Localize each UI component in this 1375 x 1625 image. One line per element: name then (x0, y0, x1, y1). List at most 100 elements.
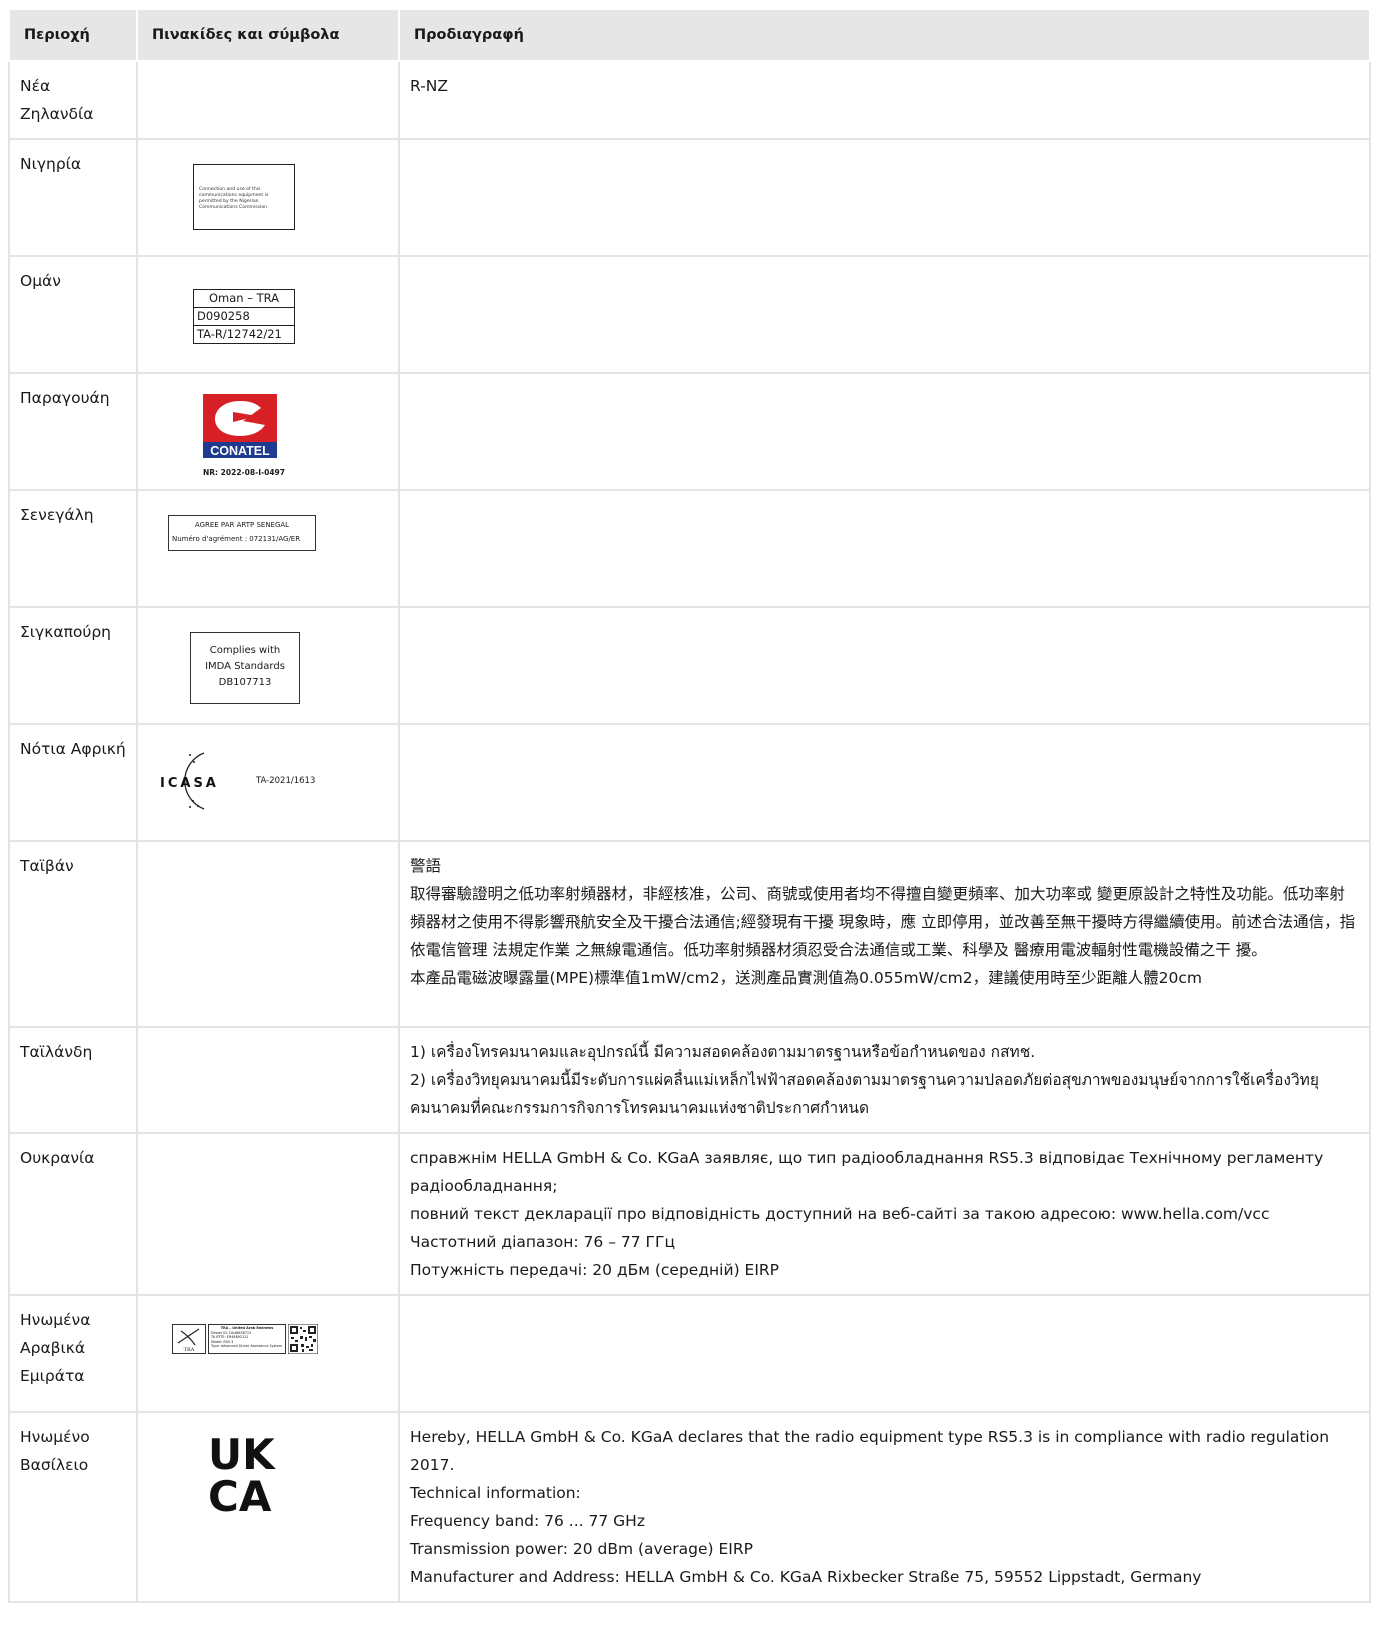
label-cell: AGREE PAR ARTP SENEGAL Numéro d'agrément… (136, 489, 400, 608)
spec-cell: 警語 取得審驗證明之低功率射頻器材，非經核准，公司、商號或使用者均不得擅自變更頻… (398, 840, 1371, 1028)
table-row: Νιγηρία Connection and use of this commu… (8, 138, 1371, 257)
label-cell: CONATEL NR: 2022-08-I-0497 (136, 372, 400, 491)
spec-line: 2) เครื่องวิทยุคมนาคมนี้มีระดับการแผ่คลื… (410, 1071, 1319, 1117)
country-cell: Ομάν (8, 255, 138, 374)
spec-cell: 1) เครื่องโทรคมนาคมและอุปกรณ์นี้ มีความส… (398, 1026, 1371, 1134)
imda-label-line: DB107713 (218, 677, 272, 688)
table-row: Νότια Αφρική ICASA TA-2021/1613 (8, 723, 1371, 842)
spec-cell (398, 255, 1371, 374)
spec-line: R-NZ (410, 77, 448, 95)
spec-line: справжнім HELLA GmbH & Co. KGaA заявляє,… (410, 1149, 1324, 1195)
ukca-mark: UK CA (208, 1430, 388, 1524)
country-cell: Νότια Αφρική (8, 723, 138, 842)
oman-approval-label: Oman – TRA D090258 TA-R/12742/21 (193, 289, 295, 344)
country-cell: Ηνωμένο Βασίλειο (8, 1411, 138, 1603)
label-cell: ICASA TA-2021/1613 (136, 723, 400, 842)
spec-cell: R-NZ (398, 60, 1371, 140)
certification-table: Περιοχή Πινακίδες και σύμβολα Προδιαγραφ… (8, 8, 1371, 1603)
header-spec: Προδιαγραφή (398, 8, 1371, 62)
table-row: Νέα Ζηλανδία R-NZ (8, 60, 1371, 140)
icasa-number: TA-2021/1613 (256, 776, 316, 786)
imda-label-line: IMDA Standards (205, 661, 285, 672)
spec-line: Частотний діапазон: 76 – 77 ГГц (410, 1233, 675, 1251)
ukca-icon: UK CA (208, 1430, 276, 1521)
tra-uae-label: TRA TRA – United Arab Emirates Dealer ID… (172, 1322, 320, 1356)
imda-label-line: Complies with (209, 645, 281, 656)
label-cell: UK CA (136, 1411, 400, 1603)
nigeria-label-text: Connection and use of this communication… (199, 187, 269, 210)
tra-logo-icon: TRA (172, 1324, 206, 1354)
spec-cell (398, 723, 1371, 842)
label-cell (136, 1026, 400, 1134)
qr-code-icon (288, 1324, 318, 1354)
oman-label-line: D090258 (194, 308, 294, 326)
imda-approval-label: Complies with IMDA Standards DB107713 (190, 632, 300, 704)
label-cell: Oman – TRA D090258 TA-R/12742/21 (136, 255, 400, 374)
conatel-icon: CONATEL (203, 394, 277, 458)
country-cell: Ταϊλάνδη (8, 1026, 138, 1134)
country-cell: Παραγουάη (8, 372, 138, 491)
header-labels: Πινακίδες και σύμβολα (136, 8, 400, 62)
spec-cell (398, 372, 1371, 491)
certification-table-wrapper: Περιοχή Πινακίδες και σύμβολα Προδιαγραφ… (8, 8, 1371, 1603)
conatel-brand: CONATEL (210, 444, 270, 458)
ukca-bottom: CA (208, 1472, 272, 1515)
table-row: Ομάν Oman – TRA D090258 TA-R/12742/21 (8, 255, 1371, 374)
header-region: Περιοχή (8, 8, 138, 62)
country-cell: Ταϊβάν (8, 840, 138, 1028)
spec-cell (398, 1294, 1371, 1413)
oman-label-line: Oman – TRA (194, 290, 294, 308)
spec-line: повний текст декларації про відповідніст… (410, 1205, 1270, 1223)
country-cell: Ουκρανία (8, 1132, 138, 1296)
senegal-approval-label: AGREE PAR ARTP SENEGAL Numéro d'agrément… (168, 515, 316, 551)
table-row: Ηνωμένα Αραβικά Εμιράτα TRA TRA – United… (8, 1294, 1371, 1413)
tra-info-line: Type: Advanced Driver Assistance System (211, 1344, 283, 1349)
oman-label-line: TA-R/12742/21 (197, 327, 282, 341)
country-cell: Νιγηρία (8, 138, 138, 257)
table-row: Ταϊλάνδη 1) เครื่องโทรคมนาคมและอุปกรณ์นี… (8, 1026, 1371, 1134)
tra-info-box: TRA – United Arab Emirates Dealer ID: DA… (208, 1324, 286, 1354)
spec-cell: Hereby, HELLA GmbH & Co. KGaA declares t… (398, 1411, 1371, 1603)
label-cell (136, 60, 400, 140)
nigeria-approval-label: Connection and use of this communication… (193, 164, 295, 230)
label-cell: Connection and use of this communication… (136, 138, 400, 257)
spec-line: 警語 (410, 857, 442, 875)
spec-cell (398, 138, 1371, 257)
spec-line: 1) เครื่องโทรคมนาคมและอุปกรณ์นี้ มีความส… (410, 1043, 1036, 1061)
spec-line: Transmission power: 20 dBm (average) EIR… (410, 1540, 753, 1558)
spec-line: Frequency band: 76 ... 77 GHz (410, 1512, 645, 1530)
icasa-icon: ICASA (160, 752, 219, 810)
label-cell (136, 1132, 400, 1296)
senegal-label-title: AGREE PAR ARTP SENEGAL (194, 521, 290, 529)
spec-line: 取得審驗證明之低功率射頻器材，非經核准，公司、商號或使用者均不得擅自變更頻率、加… (410, 885, 1356, 959)
table-header-row: Περιοχή Πινακίδες και σύμβολα Προδιαγραφ… (8, 8, 1371, 62)
label-cell: Complies with IMDA Standards DB107713 (136, 606, 400, 725)
spec-line: Technical information: (410, 1484, 581, 1502)
country-cell: Ηνωμένα Αραβικά Εμιράτα (8, 1294, 138, 1413)
country-cell: Σιγκαπούρη (8, 606, 138, 725)
spec-line: Hereby, HELLA GmbH & Co. KGaA declares t… (410, 1428, 1330, 1474)
table-row: Παραγουάη CONATEL NR: 2022-08-I-0497 (8, 372, 1371, 491)
spec-line: Manufacturer and Address: HELLA GmbH & C… (410, 1568, 1202, 1586)
spec-line: Потужність передачі: 20 дБм (середній) E… (410, 1261, 780, 1279)
senegal-label-number: Numéro d'agrément : 072131/AG/ER (172, 535, 301, 543)
table-row: Σιγκαπούρη Complies with IMDA Standards … (8, 606, 1371, 725)
table-row: Σενεγάλη AGREE PAR ARTP SENEGAL Numéro d… (8, 489, 1371, 608)
tra-info-title: TRA – United Arab Emirates (220, 1326, 274, 1330)
country-cell: Σενεγάλη (8, 489, 138, 608)
tra-logo-text: TRA (184, 1347, 195, 1353)
table-row: Ταϊβάν 警語 取得審驗證明之低功率射頻器材，非經核准，公司、商號或使用者均… (8, 840, 1371, 1028)
country-cell: Νέα Ζηλανδία (8, 60, 138, 140)
label-cell: TRA TRA – United Arab Emirates Dealer ID… (136, 1294, 400, 1413)
spec-line: 本產品電磁波曝露量(MPE)標準值1mW/cm2，送測產品實測值為0.055mW… (410, 969, 1202, 987)
conatel-logo: CONATEL NR: 2022-08-I-0497 (203, 394, 285, 477)
label-cell (136, 840, 400, 1028)
icasa-logo: ICASA TA-2021/1613 (160, 749, 388, 813)
conatel-number: NR: 2022-08-I-0497 (203, 468, 285, 477)
spec-cell: справжнім HELLA GmbH & Co. KGaA заявляє,… (398, 1132, 1371, 1296)
spec-cell (398, 489, 1371, 608)
spec-cell (398, 606, 1371, 725)
icasa-brand: ICASA (160, 776, 219, 791)
table-row: Ηνωμένο Βασίλειο UK CA Hereby, HELLA Gmb… (8, 1411, 1371, 1603)
table-row: Ουκρανία справжнім HELLA GmbH & Co. KGaA… (8, 1132, 1371, 1296)
